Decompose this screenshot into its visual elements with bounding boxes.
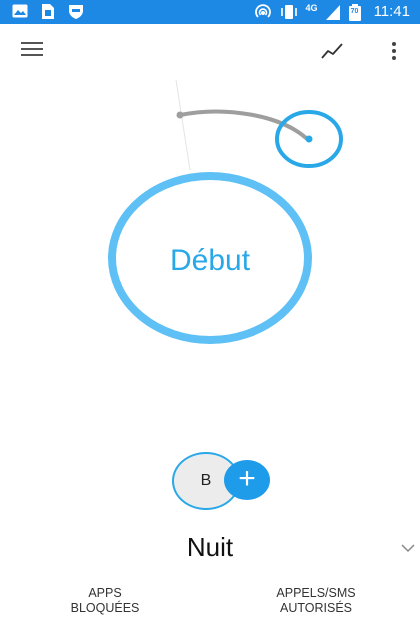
tab-allowed-calls-sms[interactable]: APPELS/SMS AUTORISÉS: [256, 586, 376, 616]
signal-icon: [325, 4, 340, 20]
add-profile-button[interactable]: +: [224, 460, 270, 500]
arc-start-dot: [176, 111, 184, 119]
hotspot-icon: [254, 4, 272, 20]
network-type: 4G: [305, 3, 318, 13]
image-icon: [12, 4, 28, 19]
menu-icon[interactable]: [18, 38, 46, 64]
tab-allowed-calls-line2: AUTORISÉS: [279, 601, 352, 615]
shield-icon: [68, 4, 84, 19]
tab-blocked-apps[interactable]: APPS BLOQUÉES: [50, 586, 160, 616]
status-bar: 4G 70 11:41: [0, 0, 420, 24]
sim-card-icon: [42, 4, 54, 19]
chevron-down-icon[interactable]: [398, 540, 418, 556]
status-time: 11:41: [373, 3, 410, 20]
tab-blocked-apps-line1: APPS: [88, 586, 122, 600]
more-vert-icon[interactable]: [384, 38, 404, 64]
dial-guide-line: [175, 79, 191, 171]
tab-allowed-calls-line1: APPELS/SMS: [276, 586, 356, 600]
mode-title[interactable]: Nuit: [0, 532, 420, 563]
stats-icon[interactable]: [318, 38, 348, 64]
battery-icon: 70: [348, 3, 362, 21]
time-handle-dot: [305, 135, 313, 143]
battery-level: 70: [350, 7, 359, 15]
start-button[interactable]: Début: [110, 176, 310, 346]
profile-area: B +: [172, 452, 272, 514]
vibrate-icon: [280, 4, 298, 20]
tab-blocked-apps-line2: BLOQUÉES: [70, 601, 140, 615]
time-arc: [178, 109, 308, 140]
